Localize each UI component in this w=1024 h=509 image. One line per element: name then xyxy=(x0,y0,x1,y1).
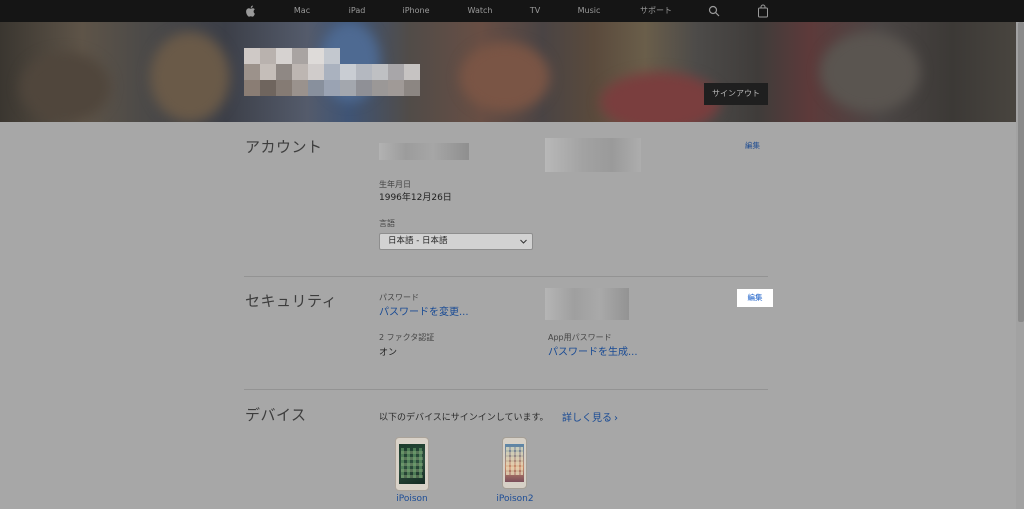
hero-blur-shape xyxy=(600,72,720,122)
nav-item-mac[interactable]: Mac xyxy=(294,0,310,22)
hero-blur-shape xyxy=(150,32,230,122)
devices-description: 以下のデバイスにサインインしています。 xyxy=(379,413,549,423)
account-edit-link[interactable]: 編集 xyxy=(745,140,760,151)
section-divider xyxy=(244,389,768,390)
device-name[interactable]: iPoison xyxy=(396,494,428,504)
nav-item-ipad[interactable]: iPad xyxy=(349,0,366,22)
apple-logo-icon[interactable] xyxy=(244,4,258,18)
app-grid xyxy=(401,448,423,478)
twofactor-label: 2 ファクタ認証 xyxy=(379,333,435,342)
signout-button[interactable]: サインアウト xyxy=(704,83,768,105)
hero-blur-shape xyxy=(20,52,110,122)
generate-password-link[interactable]: パスワードを生成... xyxy=(548,343,638,358)
global-nav: Mac iPad iPhone Watch TV Music サポート xyxy=(0,0,1024,22)
birthday-value: 1996年12月26日 xyxy=(379,193,452,203)
security-section-title: セキュリティ xyxy=(245,292,338,310)
bag-icon[interactable] xyxy=(757,4,769,18)
security-edit-button[interactable]: 編集 xyxy=(737,289,773,307)
devices-section-title: デバイス xyxy=(245,406,307,424)
account-section-title: アカウント xyxy=(245,138,323,156)
nav-item-watch[interactable]: Watch xyxy=(468,0,493,22)
app-password-label: App用パスワード xyxy=(548,333,612,342)
learn-more-link[interactable]: 詳しく見る › xyxy=(562,409,618,424)
hero-blur-shape xyxy=(460,42,550,112)
twofactor-value: オン xyxy=(379,348,398,358)
hero-blur-shape xyxy=(820,32,920,112)
redacted-name xyxy=(244,48,420,96)
device-name[interactable]: iPoison2 xyxy=(496,494,533,504)
scrollbar-thumb[interactable] xyxy=(1018,22,1024,322)
language-label: 言語 xyxy=(379,219,395,228)
change-password-link[interactable]: パスワードを変更... xyxy=(379,303,469,318)
iphone-device-icon xyxy=(502,437,527,489)
nav-item-iphone[interactable]: iPhone xyxy=(402,0,429,22)
language-select-value: 日本語 - 日本語 xyxy=(388,236,448,246)
redacted-email xyxy=(379,143,469,160)
nav-item-support[interactable]: サポート xyxy=(640,0,672,22)
app-grid xyxy=(506,447,523,475)
redacted-security-info xyxy=(545,288,629,320)
iphone-device-icon xyxy=(395,437,429,491)
search-icon[interactable] xyxy=(708,5,720,17)
nav-item-music[interactable]: Music xyxy=(578,0,601,22)
password-label: パスワード xyxy=(379,293,419,302)
section-divider xyxy=(244,276,768,277)
birthday-label: 生年月日 xyxy=(379,180,411,189)
chevron-down-icon xyxy=(520,239,527,244)
hero-banner: サインアウト xyxy=(0,22,1024,122)
nav-item-tv[interactable]: TV xyxy=(530,0,540,22)
redacted-address xyxy=(545,138,641,172)
language-select[interactable]: 日本語 - 日本語 xyxy=(379,233,533,250)
